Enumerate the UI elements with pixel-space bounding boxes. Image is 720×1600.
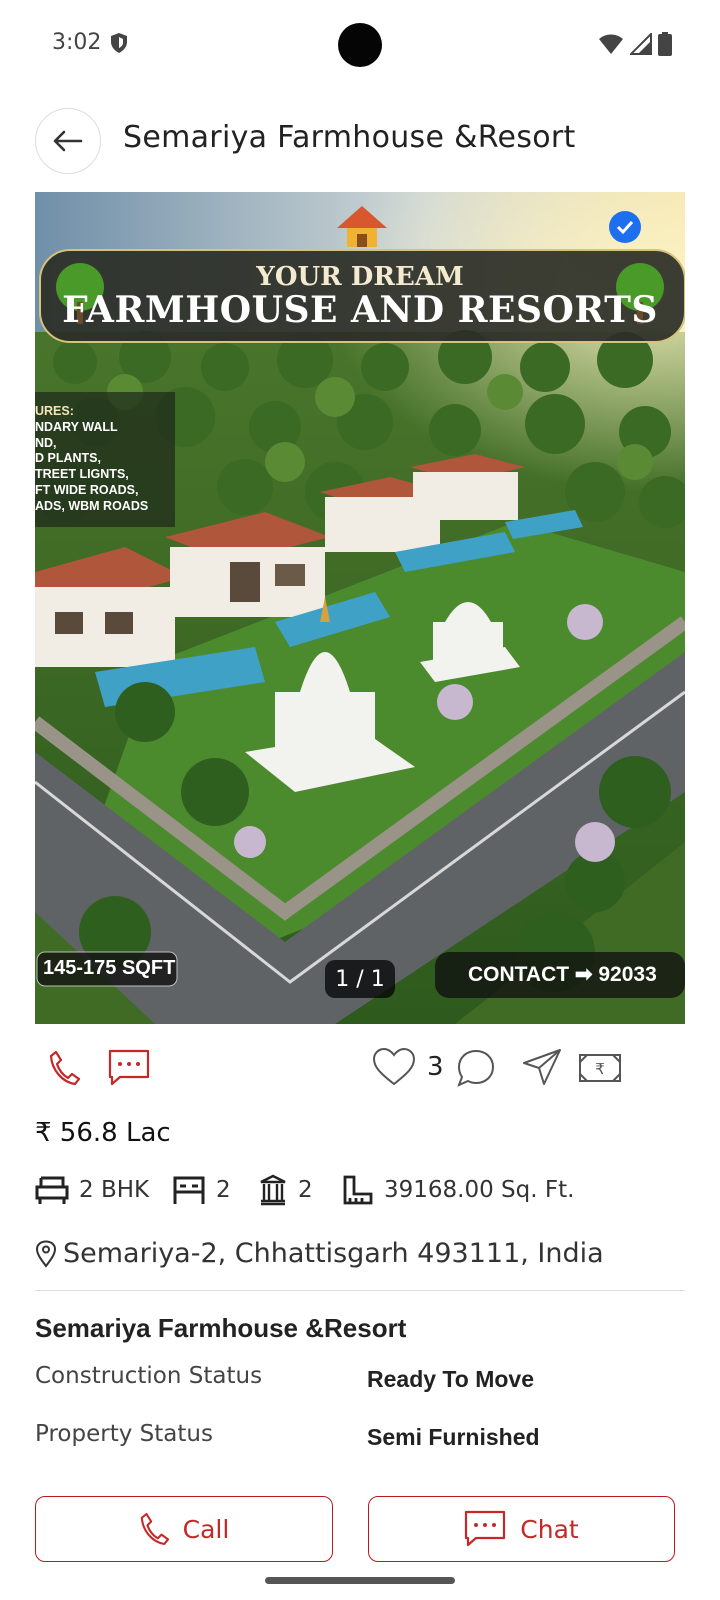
property-status-value: Semi Furnished [367,1424,540,1450]
divider [35,1290,685,1291]
share-icon[interactable] [522,1048,562,1086]
call-button-label: Call [182,1514,230,1544]
likes-count: 3 [427,1052,444,1082]
construction-status-value: Ready To Move [367,1366,534,1392]
emi-calculator-icon[interactable]: ₹ [578,1053,622,1083]
features-line: URES: [35,404,74,418]
call-button[interactable]: Call [35,1496,333,1562]
feature-baths: 2 [258,1174,313,1206]
status-time: 3:02 [52,30,129,55]
location: Semariya-2, Chhattisgarh 493111, India [35,1238,604,1269]
details-title: Semariya Farmhouse &Resort [35,1313,407,1343]
phone-icon [140,1512,169,1546]
contact-badge: CONTACT ➡ 92033 [468,963,657,986]
location-text: Semariya-2, Chhattisgarh 493111, India [63,1238,604,1269]
bhk-value: 2 BHK [79,1177,150,1203]
area-value: 39168.00 Sq. Ft. [384,1177,575,1203]
status-icons [598,32,672,56]
baths-value: 2 [298,1177,313,1203]
bed-icon [173,1176,205,1204]
signal-icon [630,33,652,55]
svg-text:₹: ₹ [595,1060,605,1078]
sofa-icon [35,1176,69,1204]
home-indicator[interactable] [265,1577,455,1584]
banner-main-text: FARMHOUSE AND RESORTS [62,289,658,331]
chat-button[interactable]: Chat [368,1496,675,1562]
features-line: FT WIDE ROADS, [35,482,139,497]
feature-area: 39168.00 Sq. Ft. [342,1174,574,1206]
comment-icon[interactable] [456,1048,496,1088]
features-line: ADS, WBM ROADS [35,498,149,513]
property-image[interactable]: YOUR DREAM FARMHOUSE AND RESORTS URES: N… [35,192,685,1024]
chat-button-label: Chat [520,1514,579,1544]
time-label: 3:02 [52,30,102,55]
arrow-left-icon [53,130,83,152]
feature-bhk: 2 BHK [35,1174,149,1206]
wifi-icon [599,34,623,54]
features-line: ND, [35,435,57,450]
banner-top-text: YOUR DREAM [256,262,464,292]
image-counter: 1 / 1 [325,960,395,998]
beds-value: 2 [216,1177,231,1203]
battery-icon [658,32,672,56]
features-overlay: URES: NDARY WALL ND, D PLANTS, TREET LIG… [35,404,148,515]
price: ₹ 56.8 Lac [35,1118,171,1148]
features-line: D PLANTS, [35,451,101,466]
location-pin-icon [35,1239,57,1268]
features-line: NDARY WALL [35,419,118,434]
message-icon[interactable] [108,1049,150,1087]
message-icon [465,1510,506,1547]
size-badge: 145-175 SQFT [43,957,176,979]
page-title: Semariya Farmhouse &Resort [123,120,576,155]
area-icon [343,1175,373,1205]
shield-icon [111,32,128,53]
front-camera [338,23,382,67]
back-button[interactable] [35,108,101,174]
property-status-label: Property Status [35,1421,213,1447]
building-icon [260,1174,286,1206]
heart-icon[interactable] [372,1047,416,1087]
feature-beds: 2 [172,1174,231,1206]
phone-icon[interactable] [48,1050,80,1086]
features-line: TREET LIGNTS, [35,467,129,482]
construction-status-label: Construction Status [35,1363,263,1389]
